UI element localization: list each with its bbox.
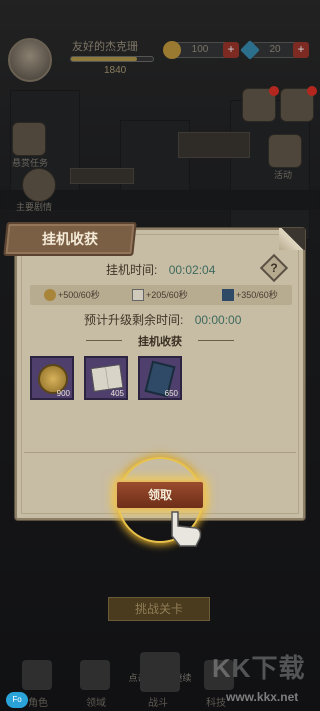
income-rates-bar: +500/60秒 +205/60秒 +350/60秒 (30, 285, 292, 305)
add-gems-button[interactable]: + (293, 42, 309, 58)
rate-book: +205/60秒 (132, 285, 188, 305)
nav-icon-domain[interactable] (80, 660, 110, 690)
claim-button[interactable]: 领取 (115, 480, 205, 510)
reward-slot-gold[interactable]: 900 (30, 356, 74, 400)
notice-badge (307, 86, 317, 96)
rate-manual-value: +350/60秒 (236, 290, 278, 300)
coin-counter[interactable]: 100 + (163, 41, 239, 59)
side-button-left-1[interactable] (12, 122, 46, 156)
reward-slot-manual[interactable]: 650 (138, 356, 182, 400)
mail-badge (269, 86, 279, 96)
blue-manual-icon (222, 289, 234, 301)
event-button[interactable] (268, 134, 302, 168)
coin-icon (163, 41, 181, 59)
levelup-label: 预计升级剩余时间: (84, 313, 184, 327)
xp-bar (70, 56, 154, 62)
player-name: 友好的杰克珊 (72, 41, 138, 53)
nav-label-domain[interactable]: 领域 (86, 694, 106, 709)
rate-gold-value: +500/60秒 (58, 290, 100, 300)
quest-tracker[interactable] (70, 168, 134, 184)
idle-time-label: 挂机时间: (106, 263, 158, 277)
notice-button[interactable] (280, 86, 317, 122)
watermark-text: KK下载 (212, 653, 306, 683)
nav-label-battle[interactable]: 战斗 (148, 694, 168, 709)
challenge-stage-button[interactable]: 挑战关卡 (108, 597, 210, 621)
open-book-icon (90, 364, 124, 392)
reward-gold-count: 900 (56, 389, 70, 398)
idle-time-value: 00:02:04 (168, 263, 216, 277)
xp-bar-fill (71, 57, 137, 61)
nav-icon-role[interactable] (22, 660, 52, 690)
gem-amount: 20 (269, 44, 281, 55)
panel-title: 挂机收获 (42, 231, 98, 247)
add-coins-button[interactable]: + (223, 42, 239, 58)
rewards-subtitle: 挂机收获 (138, 336, 182, 348)
nav-label-tech[interactable]: 科技 (206, 694, 226, 709)
coin-amount: 100 (191, 44, 209, 55)
reward-book-count: 405 (110, 389, 124, 398)
divider-right (198, 340, 234, 341)
pointing-hand-icon (171, 511, 202, 547)
panel-footer-line (24, 452, 296, 453)
side-button-left-2[interactable] (22, 168, 56, 202)
player-avatar[interactable] (8, 38, 52, 82)
help-symbol: ? (270, 261, 278, 275)
gem-counter[interactable]: 20 + (240, 40, 309, 60)
side-label-task: 悬赏任务 (12, 158, 49, 168)
rate-gold: +500/60秒 (44, 285, 100, 305)
info-board[interactable] (178, 132, 250, 158)
reward-slot-book[interactable]: 405 (84, 356, 128, 400)
side-label-event: 活动 (274, 170, 293, 180)
rate-manual: +350/60秒 (222, 285, 278, 305)
gold-coin-icon (44, 289, 56, 301)
watermark-url: www.kkx.net (226, 690, 299, 704)
panel-title-ribbon: 挂机收获 (3, 222, 137, 256)
reward-manual-count: 650 (164, 389, 178, 398)
page-curl-decoration (279, 228, 305, 250)
app-logo-icon: Fo (6, 692, 28, 708)
nav-label-role[interactable]: 角色 (28, 694, 48, 709)
rate-book-value: +205/60秒 (146, 290, 188, 300)
levelup-value: 00:00:00 (194, 313, 242, 327)
side-label-extra: 主要剧情 (16, 202, 53, 212)
open-book-icon (132, 289, 144, 301)
levelup-row: 预计升级剩余时间: 00:00:00 (84, 311, 241, 328)
player-power: 1840 (104, 65, 127, 76)
idle-time-row: 挂机时间: 00:02:04 (106, 261, 215, 278)
nav-icon-battle[interactable] (140, 652, 180, 692)
mail-button[interactable] (242, 86, 279, 122)
